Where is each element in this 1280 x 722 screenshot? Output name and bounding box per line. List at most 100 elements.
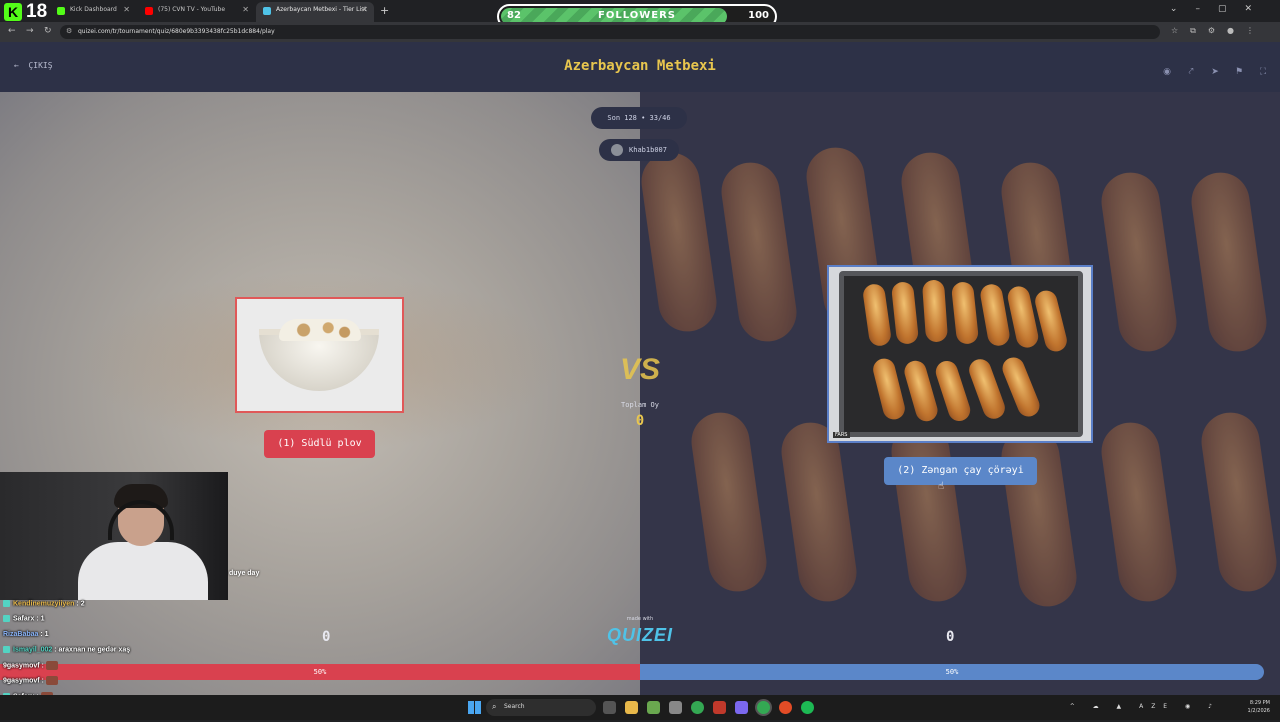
- quizei-favicon-icon: [263, 7, 271, 15]
- username: Khab1b007: [629, 146, 667, 154]
- tab-title: Kick Dashboard: [70, 6, 117, 13]
- avatar: [611, 144, 624, 156]
- chat-message: 9gasymovf :: [3, 676, 263, 691]
- right-vote-bar: 50%: [640, 664, 1264, 680]
- total-votes-value: 0: [635, 413, 645, 429]
- subscriber-badge-icon: [3, 600, 10, 607]
- app-icon[interactable]: [669, 701, 682, 714]
- chat-username[interactable]: Kendinemuzyiiyen: [13, 600, 74, 607]
- pastry: [978, 282, 1012, 348]
- back-icon[interactable]: ←: [8, 26, 16, 36]
- pastry: [890, 281, 920, 345]
- webcam-overlay: [0, 472, 228, 600]
- streamer-body: [78, 542, 208, 600]
- user-badge: Khab1b007: [599, 139, 679, 161]
- kick-favicon-icon: [57, 7, 65, 15]
- xbox-icon[interactable]: [647, 701, 660, 714]
- chat-text: : 1: [36, 615, 45, 623]
- forward-icon[interactable]: →: [26, 26, 34, 36]
- tab-title: Azerbaycan Metbexi - Tier List: [276, 6, 367, 13]
- new-tab-button[interactable]: +: [380, 4, 389, 17]
- pastry: [1005, 284, 1041, 350]
- app-icon[interactable]: [779, 701, 792, 714]
- chrome-icon[interactable]: [691, 701, 704, 714]
- close-icon[interactable]: ✕: [361, 5, 368, 14]
- window-controls[interactable]: ⌄–▢✕: [1170, 4, 1270, 14]
- image-watermark: FARS: [833, 432, 850, 438]
- pastry: [870, 356, 908, 422]
- made-with-label: made with: [626, 616, 654, 622]
- pastry: [1032, 288, 1070, 354]
- browser-toolbar-icons[interactable]: ☆⧉⚙●⋮: [1171, 26, 1266, 36]
- url-field[interactable]: ⚙ quizei.com/tr/tournament/quiz/680e9b33…: [60, 25, 1160, 39]
- fullscreen-icon[interactable]: ⛶: [1254, 64, 1272, 80]
- round-badge: Son 128 • 33/46: [591, 107, 687, 129]
- site-info-icon[interactable]: ⚙: [66, 27, 72, 35]
- right-score: 0: [946, 629, 955, 645]
- clock-date: 1/2/2026: [1247, 708, 1270, 714]
- chat-message: Kendinemuzyiiyen : 2: [3, 600, 263, 615]
- chrome-active-icon[interactable]: [757, 701, 770, 714]
- file-explorer-icon[interactable]: [625, 701, 638, 714]
- chat-text: : araxnan ne gedər xaş: [54, 646, 131, 654]
- chat-username[interactable]: 9gasymovf: [3, 678, 40, 685]
- header-actions: ◉ ⤤ ➤ ⚑ ⛶: [1152, 59, 1272, 80]
- left-choice-image[interactable]: [235, 297, 404, 413]
- chat-username[interactable]: RizaBabaa: [3, 631, 38, 638]
- subscriber-badge-icon: [3, 645, 10, 653]
- pastry: [861, 282, 893, 348]
- baking-tray-image: [839, 271, 1083, 437]
- pastry: [999, 354, 1043, 420]
- eye-icon[interactable]: ◉: [1158, 64, 1176, 80]
- taskbar: ⌕ Search ^ ☁ ▲ AZE ◉ ♪ 8:29 PM 1/2/2026: [0, 695, 1280, 720]
- system-tray[interactable]: ^ ☁ ▲ AZE ◉ ♪: [1070, 703, 1220, 710]
- chat-emote-icon: [45, 676, 58, 686]
- subscriber-badge-icon: [3, 615, 10, 623]
- clock-time: 8:29 PM: [1249, 700, 1270, 706]
- flag-icon[interactable]: ⚑: [1230, 64, 1248, 80]
- vs-lightning-icon: VS: [619, 353, 661, 386]
- tab-youtube[interactable]: (75) CVN TV - YouTube ✕: [138, 2, 255, 22]
- close-icon[interactable]: ✕: [242, 5, 249, 14]
- windows-start-icon[interactable]: [468, 701, 481, 714]
- left-choice-button[interactable]: (1) Südlü plov: [264, 430, 375, 458]
- chat-message: RizaBabaa : 1: [3, 631, 263, 646]
- kick-count: 18: [26, 1, 48, 22]
- discord-icon[interactable]: [735, 701, 748, 714]
- tab-kick-dashboard[interactable]: Kick Dashboard ✕: [50, 2, 136, 22]
- left-score: 0: [322, 629, 331, 645]
- chat-text: : 2: [76, 600, 85, 608]
- total-votes-label: Toplam Oy: [621, 401, 659, 409]
- reload-icon[interactable]: ↻: [44, 26, 52, 36]
- pastry: [950, 281, 980, 345]
- chat-username[interactable]: Ismayil_002: [13, 646, 52, 653]
- share-icon[interactable]: ⤤: [1182, 64, 1200, 80]
- chat-message: Safarx : 1: [3, 615, 263, 630]
- chat-username[interactable]: 9gasymovf: [3, 663, 40, 670]
- search-placeholder: Search: [504, 703, 525, 710]
- youtube-favicon-icon: [145, 7, 153, 15]
- quizei-logo[interactable]: QUIZEI: [600, 625, 680, 646]
- taskbar-clock[interactable]: 8:29 PM 1/2/2026: [1248, 699, 1270, 715]
- chat-text: : 1: [40, 630, 49, 638]
- chat-username[interactable]: Safarx: [13, 616, 34, 623]
- language-indicator[interactable]: AZE: [1139, 703, 1175, 710]
- task-view-icon[interactable]: [603, 701, 616, 714]
- chat-message: Ismayil_002 : araxnan ne gedər xaş: [3, 645, 263, 661]
- tab-quizei[interactable]: Azerbaycan Metbexi - Tier List ✕: [256, 2, 374, 22]
- chat-text: :: [41, 662, 44, 670]
- address-bar-row: ← → ↻ ⚙ quizei.com/tr/tournament/quiz/68…: [0, 22, 1280, 42]
- close-icon[interactable]: ✕: [123, 5, 130, 14]
- taskbar-search[interactable]: ⌕ Search: [486, 699, 596, 716]
- pastry: [932, 358, 974, 424]
- follower-label: FOLLOWERS: [598, 10, 676, 21]
- send-icon[interactable]: ➤: [1206, 64, 1224, 80]
- chat-overflow-text: duye day: [229, 570, 260, 577]
- app-icon[interactable]: [713, 701, 726, 714]
- right-choice-image[interactable]: FARS: [827, 265, 1093, 443]
- search-icon: ⌕: [492, 702, 497, 711]
- right-choice-button[interactable]: (2) Zəngan çay çörəyi: [884, 457, 1037, 485]
- chat-message: 9gasymovf :: [3, 661, 263, 676]
- page-title: Azerbaycan Metbexi: [564, 58, 716, 74]
- spotify-icon[interactable]: [801, 701, 814, 714]
